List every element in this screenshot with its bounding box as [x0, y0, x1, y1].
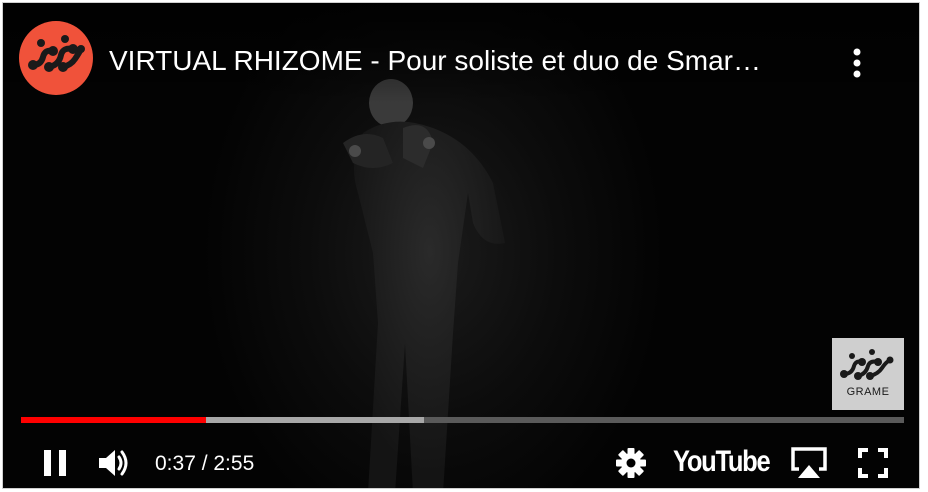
gear-icon: [616, 448, 646, 478]
fullscreen-icon: [858, 448, 888, 478]
airplay-icon: [791, 447, 827, 478]
more-options-button[interactable]: [841, 43, 873, 83]
progress-bar[interactable]: [21, 417, 904, 423]
video-player[interactable]: VIRTUAL RHIZOME - Pour soliste et duo de…: [2, 2, 920, 489]
airplay-button[interactable]: [787, 443, 831, 483]
settings-button[interactable]: [613, 445, 649, 481]
watermark-label: GRAME: [846, 386, 890, 398]
pause-icon: [44, 450, 66, 476]
progress-played: [21, 417, 207, 423]
rhizome-logo-icon: [28, 35, 85, 72]
channel-avatar[interactable]: [19, 21, 93, 95]
video-title[interactable]: VIRTUAL RHIZOME - Pour soliste et duo de…: [109, 45, 809, 77]
volume-icon: [99, 450, 128, 476]
control-bar: 0:37 / 2:55 YouTube: [3, 433, 919, 488]
more-vertical-icon: [853, 48, 861, 78]
time-display: 0:37 / 2:55: [155, 452, 255, 475]
pause-button[interactable]: [37, 445, 73, 481]
volume-button[interactable]: [95, 443, 135, 483]
title-bar: VIRTUAL RHIZOME - Pour soliste et duo de…: [3, 3, 919, 103]
fullscreen-button[interactable]: [853, 443, 893, 483]
rhizome-logo-icon: [840, 349, 894, 380]
youtube-logo-button[interactable]: YouTube: [673, 445, 771, 479]
performer-image: [343, 79, 505, 488]
channel-watermark[interactable]: GRAME: [832, 338, 904, 410]
